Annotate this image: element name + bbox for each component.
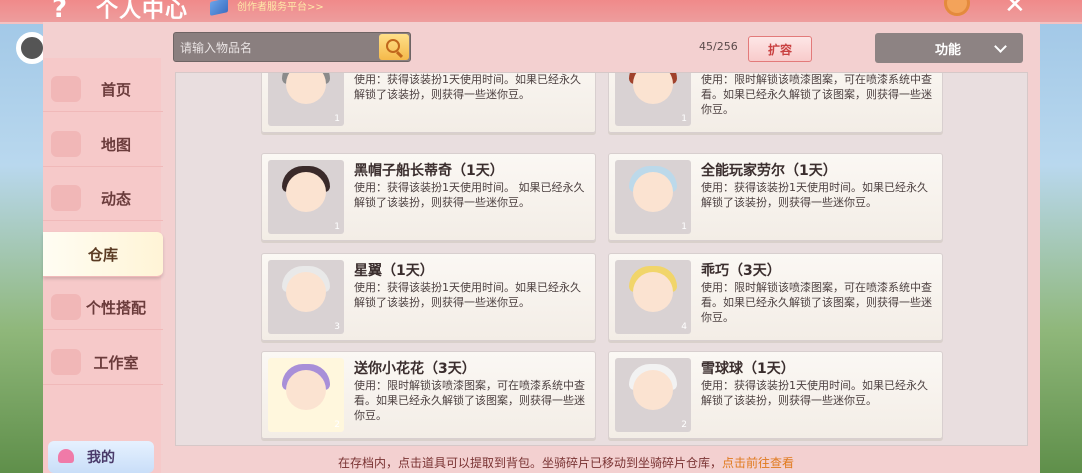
cube-icon bbox=[210, 0, 228, 16]
item-thumbnail: 3 bbox=[268, 260, 344, 334]
item-card[interactable]: 1 全能玩家劳尔（1天） 使用：获得该装扮1天使用时间。如果已经永久解锁了该装扮… bbox=[608, 153, 943, 241]
heart-icon bbox=[58, 449, 74, 463]
item-description: 使用：获得该装扮1天使用时间。 如果已经永久解锁了该装扮，则获得一些迷你豆。 bbox=[354, 181, 585, 209]
item-description: 使用：限时解锁该喷漆图案，可在喷漆系统中查看。如果已经永久解锁了该图案，则获得一… bbox=[701, 281, 932, 324]
close-icon[interactable]: ✕ bbox=[1004, 0, 1026, 20]
item-card[interactable]: 2 送你小花花（3天） 使用：限时解锁该喷漆图案，可在喷漆系统中查看。如果已经永… bbox=[261, 351, 596, 439]
expand-button[interactable]: 扩容 bbox=[748, 36, 812, 62]
item-name: 送你小花花（3天） bbox=[354, 361, 476, 377]
item-thumbnail: 1 bbox=[268, 73, 344, 126]
page-title: 个人中心 bbox=[96, 0, 189, 23]
sidebar-item-label: 个性搭配 bbox=[85, 298, 146, 317]
item-thumbnail: 2 bbox=[615, 358, 691, 432]
top-bar: ? 个人中心 创作者服务平台>> ✕ bbox=[0, 0, 1082, 24]
gear-icon[interactable] bbox=[944, 0, 970, 16]
sidebar-item-label: 首页 bbox=[100, 80, 131, 99]
chevron-down-icon bbox=[994, 40, 1007, 53]
sidebar-item-outfit[interactable]: 个性搭配 bbox=[43, 285, 163, 330]
function-label: 功能 bbox=[935, 42, 962, 58]
item-name: 雪球球（1天） bbox=[701, 361, 795, 377]
search-icon[interactable] bbox=[379, 34, 409, 60]
sidebar-item-label: 我的 bbox=[87, 450, 115, 466]
sidebar-item-home[interactable]: 首页 bbox=[43, 67, 163, 112]
item-name: 黑帽子船长蒂奇（1天） bbox=[354, 163, 504, 179]
footer-text: 在存档内，点击道具可以提取到背包。坐骑碎片已移动到坐骑碎片仓库， bbox=[338, 456, 723, 470]
sidebar-item-studio[interactable]: 工作室 bbox=[43, 340, 163, 385]
item-card[interactable]: 1 使用：获得该装扮1天使用时间。如果已经永久解锁了该装扮，则获得一些迷你豆。 bbox=[261, 73, 596, 133]
item-description: 使用：获得该装扮1天使用时间。如果已经永久解锁了该装扮，则获得一些迷你豆。 bbox=[701, 379, 928, 407]
search-input[interactable] bbox=[178, 36, 378, 60]
item-card[interactable]: 1 使用：限时解锁该喷漆图案，可在喷漆系统中查看。如果已经永久解锁了该图案，则获… bbox=[608, 73, 943, 133]
creator-platform-link[interactable]: 创作者服务平台>> bbox=[237, 0, 324, 13]
outfit-icon bbox=[51, 294, 81, 320]
item-name: 星翼（1天） bbox=[354, 263, 434, 279]
footer-link[interactable]: 点击前往查看 bbox=[722, 456, 794, 470]
item-card[interactable]: 3 星翼（1天） 使用：获得该装扮1天使用时间。如果已经永久解锁了该装扮，则获得… bbox=[261, 253, 596, 341]
sidebar-item-label: 动态 bbox=[100, 189, 131, 208]
function-dropdown[interactable]: 功能 bbox=[875, 33, 1023, 63]
capacity-count: 45/256 bbox=[699, 40, 738, 53]
item-thumbnail: 1 bbox=[615, 160, 691, 234]
item-description: 使用：获得该装扮1天使用时间。如果已经永久解锁了该装扮，则获得一些迷你豆。 bbox=[354, 73, 581, 101]
item-description: 使用：限时解锁该喷漆图案，可在喷漆系统中查看。如果已经永久解锁了该图案，则获得一… bbox=[354, 379, 585, 422]
item-name: 全能玩家劳尔（1天） bbox=[701, 163, 837, 179]
item-description: 使用：获得该装扮1天使用时间。如果已经永久解锁了该装扮，则获得一些迷你豆。 bbox=[701, 181, 928, 209]
bell-icon bbox=[51, 185, 81, 211]
item-name: 乖巧（3天） bbox=[701, 263, 781, 279]
home-icon bbox=[51, 76, 81, 102]
item-description: 使用：限时解锁该喷漆图案，可在喷漆系统中查看。如果已经永久解锁了该图案，则获得一… bbox=[701, 73, 932, 116]
sidebar-item-me[interactable]: 我的 bbox=[48, 441, 154, 473]
item-thumbnail: 4 bbox=[615, 260, 691, 334]
item-thumbnail: 1 bbox=[268, 160, 344, 234]
help-icon[interactable]: ? bbox=[52, 0, 67, 24]
item-grid: 1 使用：获得该装扮1天使用时间。如果已经永久解锁了该装扮，则获得一些迷你豆。 … bbox=[175, 72, 1028, 446]
item-thumbnail: 1 bbox=[615, 73, 691, 126]
sidebar-item-label: 地图 bbox=[100, 135, 131, 154]
item-card[interactable]: 1 黑帽子船长蒂奇（1天） 使用：获得该装扮1天使用时间。 如果已经永久解锁了该… bbox=[261, 153, 596, 241]
item-card[interactable]: 2 雪球球（1天） 使用：获得该装扮1天使用时间。如果已经永久解锁了该装扮，则获… bbox=[608, 351, 943, 439]
sidebar-item-map[interactable]: 地图 bbox=[43, 122, 163, 167]
sidebar-item-feed[interactable]: 动态 bbox=[43, 176, 163, 221]
search-box bbox=[173, 32, 411, 62]
sidebar-item-label: 工作室 bbox=[93, 353, 139, 372]
studio-icon bbox=[51, 349, 81, 375]
item-thumbnail: 2 bbox=[268, 358, 344, 432]
footer-hint: 在存档内，点击道具可以提取到背包。坐骑碎片已移动到坐骑碎片仓库，点击前往查看 bbox=[338, 454, 794, 471]
map-icon bbox=[51, 131, 81, 157]
item-card[interactable]: 4 乖巧（3天） 使用：限时解锁该喷漆图案，可在喷漆系统中查看。如果已经永久解锁… bbox=[608, 253, 943, 341]
sidebar-item-warehouse[interactable]: 仓库 bbox=[43, 232, 163, 277]
sidebar-item-label: 仓库 bbox=[87, 245, 118, 264]
item-description: 使用：获得该装扮1天使用时间。如果已经永久解锁了该装扮，则获得一些迷你豆。 bbox=[354, 281, 581, 309]
